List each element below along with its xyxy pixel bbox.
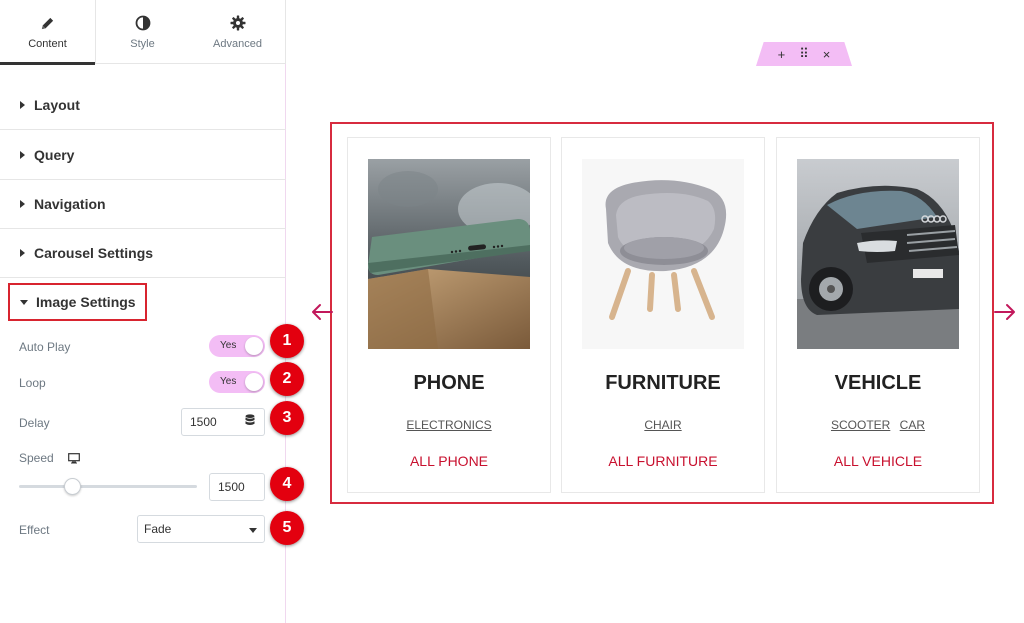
step-badge-2: 2 [270, 362, 304, 396]
speed-input[interactable]: 1500 [209, 473, 265, 501]
section-navigation[interactable]: Navigation [0, 179, 286, 229]
phone-image[interactable] [368, 159, 530, 349]
caret-right-icon [20, 199, 25, 208]
chair-image[interactable] [582, 159, 744, 349]
section-query[interactable]: Query [0, 130, 286, 180]
add-section-icon[interactable]: + [778, 47, 786, 62]
section-image-settings[interactable]: Image Settings [8, 283, 147, 321]
section-layout[interactable]: Layout [0, 80, 286, 130]
car-image[interactable] [797, 159, 959, 349]
delay-label: Delay [19, 416, 50, 430]
card-category-links: SCOOTER CAR [777, 418, 979, 432]
section-handle: + ⠿ × [756, 42, 852, 66]
card-title: FURNITURE [605, 372, 721, 394]
view-all-link[interactable]: ALL FURNITURE [562, 453, 764, 469]
card-category-links: CHAIR [562, 418, 764, 432]
gear-icon [229, 14, 247, 32]
section-image-settings-label: Image Settings [36, 294, 136, 310]
speed-slider-track[interactable] [19, 485, 197, 488]
category-link[interactable]: CHAIR [644, 418, 681, 432]
loop-toggle[interactable]: Yes [209, 371, 265, 393]
settings-panel: Content Style Advanced Layout Query Navi… [0, 0, 304, 623]
category-card-furniture: FURNITURE CHAIR ALL FURNITURE [561, 137, 765, 493]
section-carousel-settings[interactable]: Carousel Settings [0, 228, 286, 278]
caret-down-icon [20, 299, 28, 305]
section-layout-label: Layout [34, 96, 80, 113]
section-carousel-settings-label: Carousel Settings [34, 244, 154, 261]
section-navigation-label: Navigation [34, 195, 106, 212]
drag-handle-icon[interactable]: ⠿ [799, 46, 809, 62]
section-query-label: Query [34, 146, 75, 163]
tab-content[interactable]: Content [0, 0, 95, 65]
tab-divider [285, 0, 286, 64]
dynamic-tags-button[interactable] [236, 408, 265, 436]
category-link[interactable]: ELECTRONICS [406, 418, 491, 432]
delay-input[interactable]: 1500 [181, 408, 237, 436]
step-badge-4: 4 [270, 467, 304, 501]
step-badge-5: 5 [270, 511, 304, 545]
tab-style[interactable]: Style [95, 0, 190, 64]
category-card-vehicle: VEHICLE SCOOTER CAR ALL VEHICLE [776, 137, 980, 493]
chevron-down-icon [249, 528, 257, 533]
tab-style-label: Style [130, 38, 155, 50]
database-icon [245, 413, 255, 431]
toggle-knob [245, 337, 263, 355]
half-circle-icon [134, 14, 152, 32]
caret-right-icon [20, 248, 25, 257]
category-card-phone: PHONE ELECTRONICS ALL PHONE [347, 137, 551, 493]
auto-play-toggle[interactable]: Yes [209, 335, 265, 357]
auto-play-label: Auto Play [19, 340, 71, 354]
caret-right-icon [20, 100, 25, 109]
close-section-icon[interactable]: × [823, 47, 831, 62]
loop-label: Loop [19, 376, 46, 390]
caret-right-icon [20, 150, 25, 159]
category-link[interactable]: SCOOTER [831, 418, 890, 432]
effect-label: Effect [19, 523, 50, 537]
card-title: VEHICLE [834, 372, 922, 394]
pencil-icon [39, 14, 57, 32]
tab-advanced[interactable]: Advanced [190, 0, 285, 64]
loop-value: Yes [220, 376, 237, 387]
view-all-link[interactable]: ALL PHONE [348, 453, 550, 469]
step-badge-3: 3 [270, 401, 304, 435]
carousel-prev-arrow[interactable] [310, 303, 334, 326]
toggle-knob [245, 373, 263, 391]
category-link[interactable]: CAR [900, 418, 925, 432]
step-badge-1: 1 [270, 324, 304, 358]
effect-select[interactable]: Fade [137, 515, 265, 543]
desktop-icon[interactable] [68, 451, 80, 469]
card-category-links: ELECTRONICS [348, 418, 550, 432]
tab-advanced-label: Advanced [213, 38, 262, 50]
speed-label: Speed [19, 451, 54, 465]
view-all-link[interactable]: ALL VEHICLE [777, 453, 979, 469]
panel-tabs: Content Style Advanced [0, 0, 286, 65]
card-title: PHONE [413, 372, 485, 394]
speed-slider-thumb[interactable] [63, 478, 81, 495]
tab-divider [95, 0, 96, 64]
effect-value: Fade [144, 522, 172, 536]
carousel-next-arrow[interactable] [993, 303, 1017, 326]
tab-content-label: Content [28, 38, 67, 50]
auto-play-value: Yes [220, 340, 237, 351]
